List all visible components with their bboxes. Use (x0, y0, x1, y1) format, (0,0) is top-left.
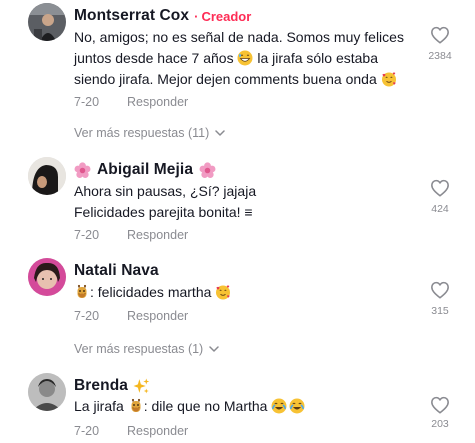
smiling-hearts-emoji (215, 284, 231, 300)
comment-date: 7-20 (74, 95, 100, 109)
like-count: 424 (431, 203, 449, 215)
like-button[interactable]: 315 (420, 281, 460, 317)
comment-text: Ahora sin pausas, ¿Sí? jajaja Felicidade… (74, 183, 257, 220)
comment-text: : felicidades martha (74, 282, 399, 303)
heart-outline-icon (430, 396, 450, 414)
commenter-name[interactable]: Brenda (74, 377, 128, 395)
heart-outline-icon (430, 26, 450, 44)
smiling-hearts-emoji (381, 71, 397, 87)
heart-outline-icon (430, 179, 450, 197)
comment-date: 7-20 (74, 228, 100, 242)
avatar[interactable] (28, 258, 66, 296)
reply-button[interactable]: Responder (127, 424, 188, 438)
avatar[interactable] (28, 157, 66, 195)
like-count: 2384 (428, 50, 452, 62)
creator-badge: · Creador (194, 8, 252, 24)
like-button[interactable]: 424 (420, 179, 460, 215)
comment-date: 7-20 (74, 424, 100, 438)
flower-emoji (74, 162, 91, 179)
giraffe-emoji (74, 284, 90, 300)
like-count: 203 (431, 418, 449, 430)
heart-outline-icon (430, 281, 450, 299)
comment-date: 7-20 (74, 309, 100, 323)
commenter-name[interactable]: Abigail Mejia (97, 161, 193, 179)
reply-button[interactable]: Responder (127, 228, 188, 242)
joy-emoji (289, 398, 305, 414)
flower-emoji (199, 162, 216, 179)
giraffe-emoji (128, 398, 144, 414)
avatar[interactable] (28, 3, 66, 41)
reply-button[interactable]: Responder (127, 95, 188, 109)
commenter-name[interactable]: Natali Nava (74, 262, 159, 280)
avatar[interactable] (28, 373, 66, 411)
joy-emoji (271, 398, 287, 414)
like-count: 315 (431, 305, 449, 317)
grin-emoji (237, 50, 253, 66)
sparkles-emoji (133, 378, 150, 395)
like-button[interactable]: 203 (420, 396, 460, 430)
commenter-name[interactable]: Montserrat Cox (74, 7, 189, 25)
view-more-replies[interactable]: Ver más respuestas (1) (74, 342, 219, 356)
like-button[interactable]: 2384 (420, 26, 460, 62)
view-more-replies[interactable]: Ver más respuestas (11) (74, 126, 225, 140)
chevron-down-icon (215, 130, 225, 136)
comment-text: La jirafa : dile que no Martha (74, 396, 399, 417)
reply-button[interactable]: Responder (127, 309, 188, 323)
chevron-down-icon (209, 346, 219, 352)
comment-text: No, amigos; no es señal de nada. Somos m… (74, 29, 404, 87)
